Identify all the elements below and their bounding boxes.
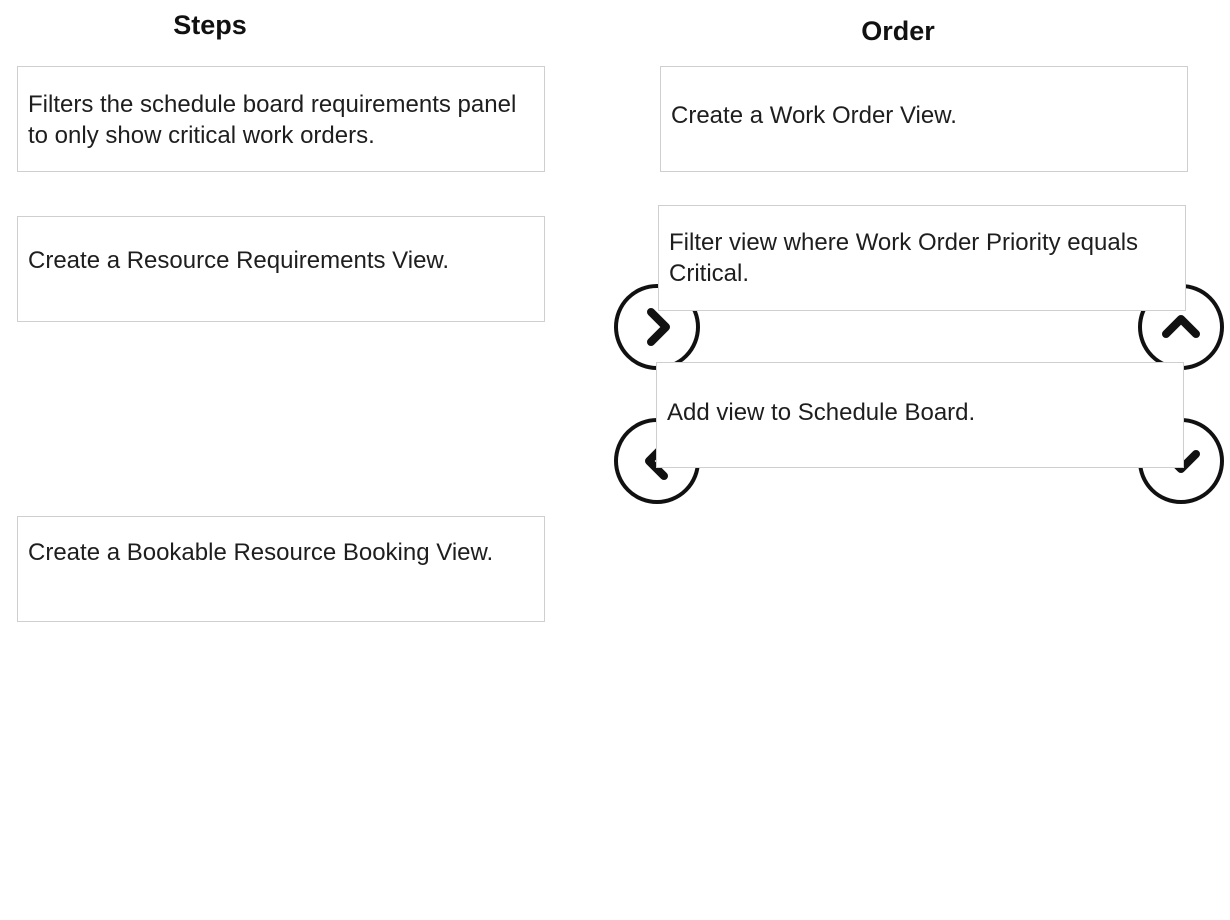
- order-item-label: Create a Work Order View.: [671, 102, 957, 129]
- step-item-label: Filters the schedule board requirements …: [28, 91, 517, 149]
- order-item[interactable]: Filter view where Work Order Priority eq…: [658, 205, 1186, 311]
- order-item-label: Add view to Schedule Board.: [667, 399, 976, 426]
- order-item[interactable]: Create a Work Order View.: [660, 66, 1188, 172]
- order-heading: Order: [861, 16, 935, 46]
- step-item[interactable]: Filters the schedule board requirements …: [17, 66, 545, 172]
- step-item[interactable]: Create a Bookable Resource Booking View.: [17, 516, 545, 622]
- step-item-label: Create a Resource Requirements View.: [28, 247, 450, 274]
- step-item-label: Create a Bookable Resource Booking View.: [28, 539, 494, 566]
- steps-heading: Steps: [173, 10, 247, 40]
- step-item[interactable]: Create a Resource Requirements View.: [17, 216, 545, 322]
- order-item[interactable]: Add view to Schedule Board.: [656, 362, 1184, 468]
- order-item-label: Filter view where Work Order Priority eq…: [669, 229, 1139, 287]
